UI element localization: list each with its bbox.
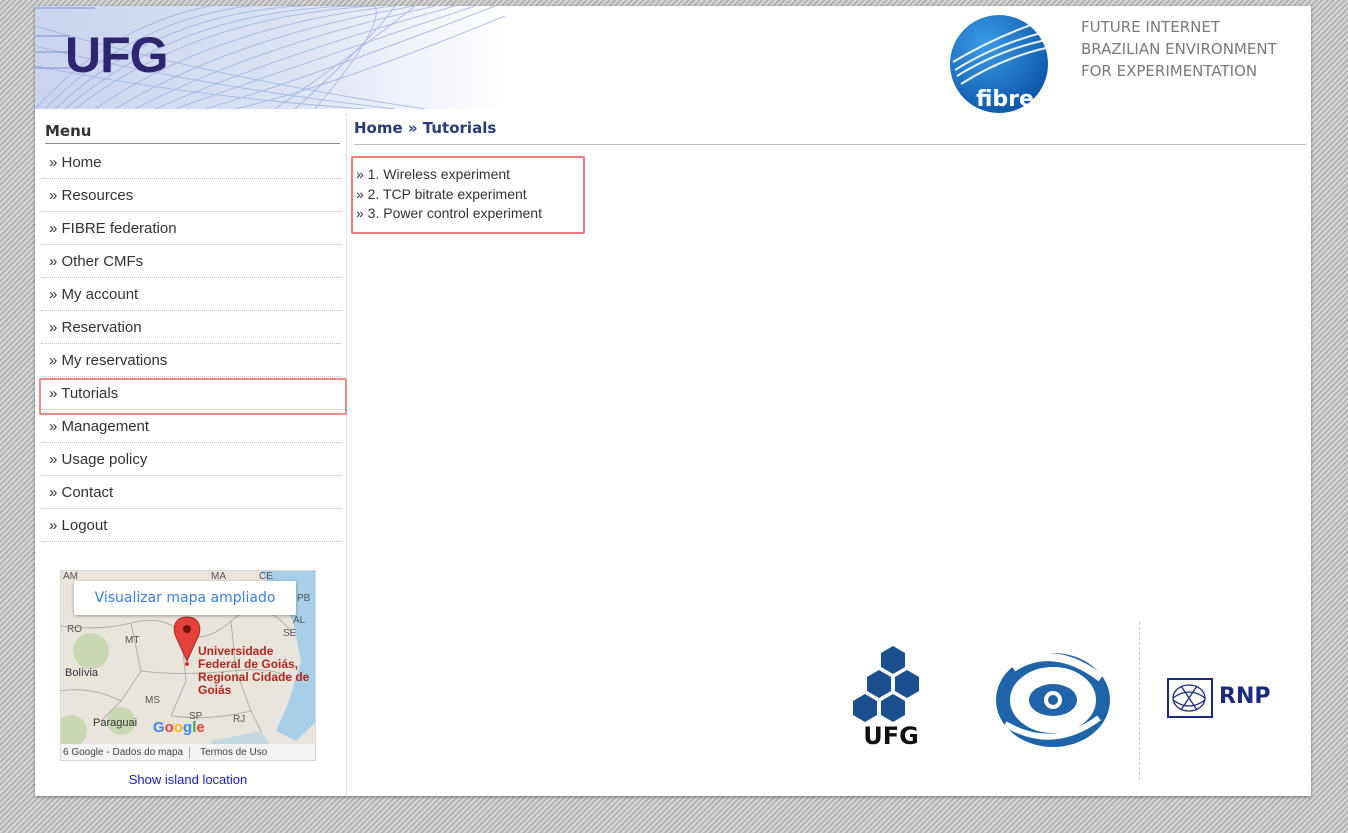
menu-list: » Home » Resources » FIBRE federation » … — [39, 146, 347, 542]
tagline-line: FUTURE INTERNET — [1081, 18, 1220, 36]
rnp-logo: RNP — [1167, 674, 1277, 724]
fibre-tagline: FUTURE INTERNET BRAZILIAN ENVIRONMENT FO… — [1081, 16, 1311, 82]
tutorial-list: » 1. Wireless experiment » 2. TCP bitrat… — [351, 156, 585, 234]
site-header: UFG fibre FUTURE INTERNET BRAZILIAN ENVI… — [35, 6, 1311, 113]
page-container: UFG fibre FUTURE INTERNET BRAZILIAN ENVI… — [35, 6, 1311, 796]
map-state-label: RJ — [233, 714, 246, 725]
partner-logos: UFG RNP — [835, 622, 1305, 782]
menu-item-tutorials[interactable]: » Tutorials — [39, 377, 347, 415]
logo-divider — [1139, 622, 1140, 780]
rnp-globe-icon — [1167, 678, 1213, 718]
map-label-paraguai: Paraguai — [93, 717, 138, 729]
menu-item-fibre-federation[interactable]: » FIBRE federation — [41, 212, 341, 245]
menu-item-contact[interactable]: » Contact — [41, 476, 341, 509]
menu-heading: Menu — [45, 120, 340, 144]
map-state-label: RO — [67, 624, 82, 635]
institution-eye-logo — [996, 653, 1110, 747]
map-state-label: SE — [283, 628, 297, 639]
map-label-bolivia: Bolívia — [65, 667, 99, 679]
menu-item-reservation[interactable]: » Reservation — [41, 311, 341, 344]
map-place-name: Universidade Federal de Goiás, Regional … — [198, 644, 310, 697]
map-state-label: AL — [293, 615, 306, 626]
sidebar: Menu » Home » Resources » FIBRE federati… — [35, 114, 347, 796]
menu-item-other-cmfs[interactable]: » Other CMFs — [41, 245, 341, 278]
tutorial-link-power-control[interactable]: » 3. Power control experiment — [356, 204, 583, 224]
map-state-label: PB — [297, 593, 311, 604]
breadcrumb: Home » Tutorials — [354, 114, 1306, 145]
menu-item-my-reservations[interactable]: » My reservations — [41, 344, 341, 377]
show-island-location-link[interactable]: Show island location — [60, 772, 316, 787]
menu-item-my-account[interactable]: » My account — [41, 278, 341, 311]
location-map[interactable]: AM MA CE PB RO MT AL SE MS SP RJ Bolívia… — [60, 570, 316, 761]
tutorial-link-wireless[interactable]: » 1. Wireless experiment — [356, 165, 583, 185]
banner-title: UFG — [65, 27, 169, 83]
tutorial-link-tcp-bitrate[interactable]: » 2. TCP bitrate experiment — [356, 185, 583, 205]
fibre-logo: fibre — [950, 15, 1048, 113]
rnp-logo-text: RNP — [1219, 684, 1271, 709]
menu-item-usage-policy[interactable]: » Usage policy — [41, 443, 341, 476]
map-terms-link[interactable]: Termos de Uso — [198, 744, 269, 760]
menu-item-home[interactable]: » Home — [41, 146, 341, 179]
ufg-logo-text: UFG — [863, 722, 919, 750]
menu-item-resources[interactable]: » Resources — [41, 179, 341, 212]
map-state-label: MT — [125, 635, 140, 646]
map-state-label: MS — [145, 695, 160, 706]
ufg-banner: UFG — [35, 6, 505, 109]
map-attribution-bar: 6 Google - Dados do mapa Termos de Uso — [61, 744, 315, 760]
tagline-line: BRAZILIAN ENVIRONMENT — [1081, 40, 1277, 58]
map-attribution: 6 Google - Dados do mapa — [63, 747, 184, 758]
tagline-line: FOR EXPERIMENTATION — [1081, 62, 1258, 80]
menu-item-logout[interactable]: » Logout — [41, 509, 341, 542]
menu-item-management[interactable]: » Management — [41, 410, 341, 443]
google-logo: Google — [153, 719, 205, 736]
enlarge-map-button[interactable]: Visualizar mapa ampliado — [74, 581, 296, 615]
fibre-logo-text: fibre — [976, 87, 1034, 112]
